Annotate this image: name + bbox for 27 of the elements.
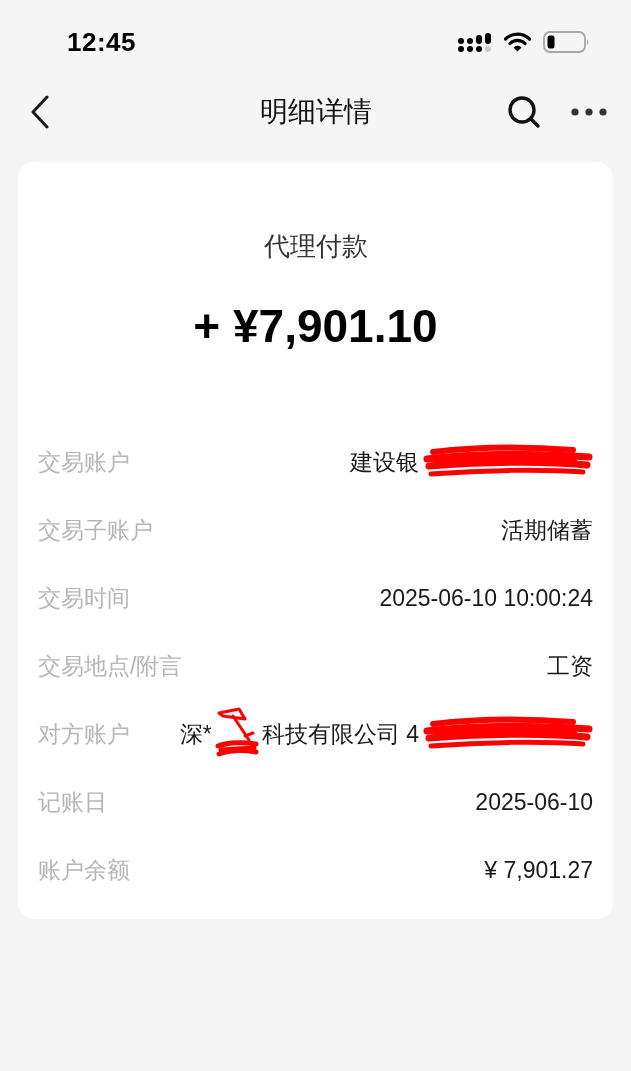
back-icon xyxy=(30,95,50,129)
detail-value: 科技有限公司 4 xyxy=(261,719,419,749)
detail-value: 深* xyxy=(179,719,212,749)
battery-icon xyxy=(543,31,590,53)
detail-value: 2025-06-10 xyxy=(475,787,593,817)
detail-label: 交易子账户 xyxy=(38,515,153,545)
transaction-amount: + ¥7,901.10 xyxy=(193,299,438,354)
detail-label: 账户余额 xyxy=(38,855,130,885)
detail-value: 工资 xyxy=(547,651,593,681)
status-time: 12:45 xyxy=(67,25,136,59)
detail-label: 记账日 xyxy=(38,787,107,817)
more-button[interactable] xyxy=(571,108,607,116)
search-button[interactable] xyxy=(507,95,541,129)
detail-label: 交易账户 xyxy=(38,447,130,477)
detail-value: 建设银 xyxy=(350,447,419,477)
detail-label: 交易时间 xyxy=(38,583,130,613)
more-icon xyxy=(571,108,607,116)
detail-value: ¥ 7,901.27 xyxy=(484,855,593,885)
detail-label: 交易地点/附言 xyxy=(38,651,183,681)
page-title: 明细详情 xyxy=(259,95,372,129)
detail-value: 2025-06-10 10:00:24 xyxy=(379,583,593,613)
transaction-type: 代理付款 xyxy=(263,230,368,262)
detail-value: 活期储蓄 xyxy=(501,515,593,545)
detail-label: 对方账户 xyxy=(38,719,130,749)
search-icon xyxy=(507,95,541,129)
signal-icon xyxy=(458,32,492,52)
wifi-icon xyxy=(504,32,531,52)
